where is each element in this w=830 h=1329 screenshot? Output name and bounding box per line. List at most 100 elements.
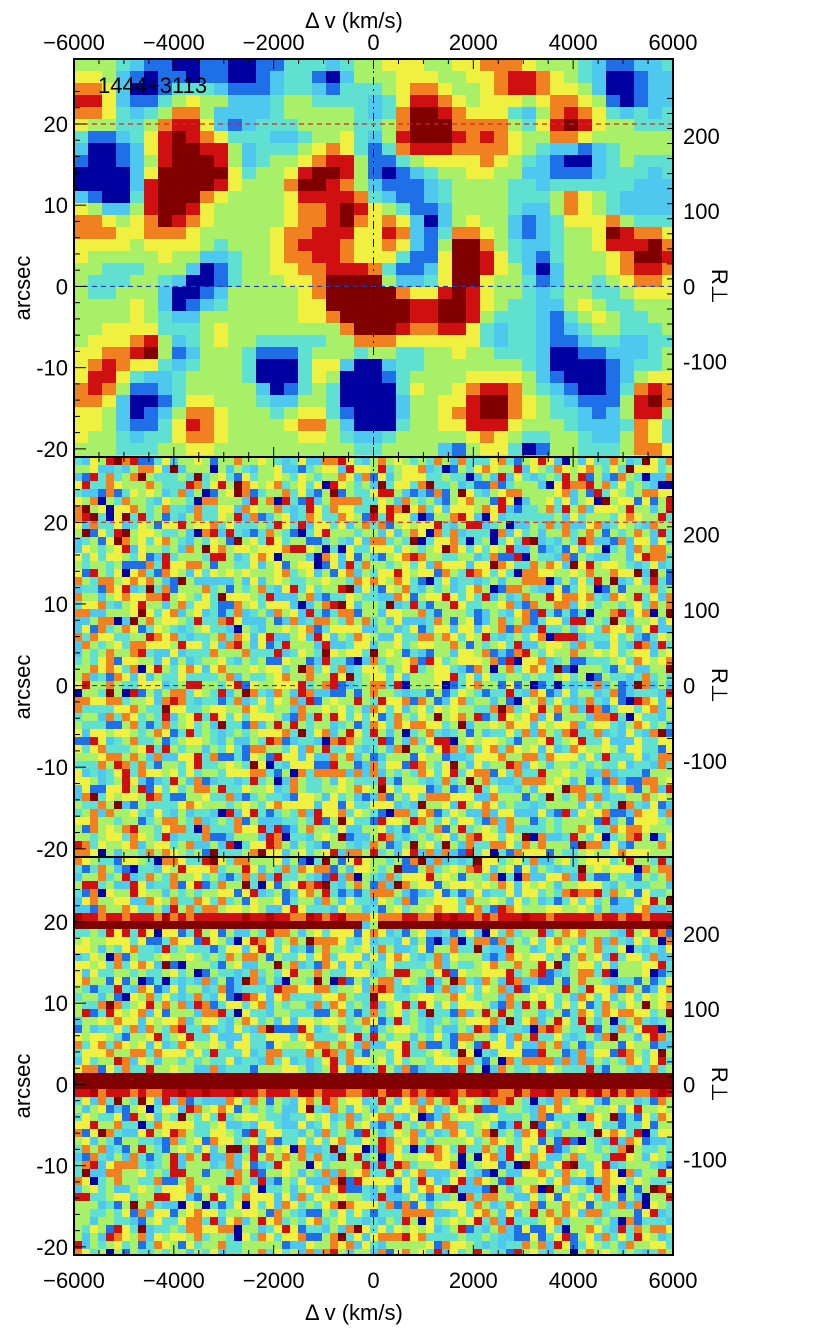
heatmap-cell xyxy=(650,505,658,513)
heatmap-cell xyxy=(314,705,322,713)
heatmap-cell xyxy=(202,697,210,705)
heatmap-cell xyxy=(610,745,618,753)
heatmap-cell xyxy=(530,569,538,577)
heatmap-cell xyxy=(242,745,250,753)
heatmap-cell xyxy=(362,673,370,681)
heatmap-cell xyxy=(642,705,650,713)
heatmap-cell xyxy=(340,431,354,443)
heatmap-cell xyxy=(578,143,592,155)
heatmap-cell xyxy=(506,713,514,721)
heatmap-cell xyxy=(122,593,130,601)
heatmap-cell xyxy=(418,489,426,497)
heatmap-cell xyxy=(508,311,522,323)
heatmap-cell xyxy=(242,95,256,107)
heatmap-cell xyxy=(536,251,550,263)
heatmap-cell xyxy=(98,737,106,745)
heatmap-cell xyxy=(578,761,586,769)
heatmap-cell xyxy=(538,609,546,617)
heatmap-cell xyxy=(114,689,122,697)
heatmap-cell xyxy=(226,529,234,537)
heatmap-cell xyxy=(434,657,442,665)
heatmap-cell xyxy=(130,311,144,323)
heatmap-cell xyxy=(298,95,312,107)
heatmap-cell xyxy=(522,641,530,649)
heatmap-cell xyxy=(106,737,114,745)
heatmap-cell xyxy=(218,481,226,489)
heatmap-cell xyxy=(378,745,386,753)
heatmap-cell xyxy=(284,371,298,383)
heatmap-cell xyxy=(130,443,144,455)
heatmap-cell xyxy=(396,263,410,275)
heatmap-cell xyxy=(346,761,354,769)
heatmap-cell xyxy=(338,817,346,825)
heatmap-cell xyxy=(234,473,242,481)
heatmap-cell xyxy=(658,529,666,537)
heatmap-cell xyxy=(186,705,194,713)
heatmap-cell xyxy=(194,729,202,737)
heatmap-cell xyxy=(474,457,482,465)
heatmap-cell xyxy=(642,545,650,553)
heatmap-cell xyxy=(106,513,114,521)
heatmap-cell xyxy=(186,443,200,455)
heatmap-cell xyxy=(266,457,274,465)
heatmap-cell xyxy=(396,155,410,167)
heatmap-cell xyxy=(658,745,666,753)
heatmap-cell xyxy=(228,335,242,347)
heatmap-cell xyxy=(242,497,250,505)
heatmap-cell xyxy=(466,793,474,801)
heatmap-cell xyxy=(386,697,394,705)
heatmap-cell xyxy=(402,513,410,521)
heatmap-cell xyxy=(434,649,442,657)
heatmap-cell xyxy=(498,473,506,481)
heatmap-cell xyxy=(578,299,592,311)
heatmap-cell xyxy=(386,625,394,633)
heatmap-cell xyxy=(258,593,266,601)
heatmap-cell xyxy=(234,649,242,657)
heatmap-cell xyxy=(562,673,570,681)
heatmap-cell xyxy=(442,585,450,593)
heatmap-cell xyxy=(312,191,326,203)
heatmap-cell xyxy=(506,481,514,489)
heatmap-cell xyxy=(202,649,210,657)
heatmap-cell xyxy=(424,359,438,371)
heatmap-cell xyxy=(338,705,346,713)
heatmap-cell xyxy=(550,395,564,407)
heatmap-cell xyxy=(410,769,418,777)
heatmap-cell xyxy=(122,569,130,577)
heatmap-cell xyxy=(480,143,494,155)
heatmap-cell xyxy=(210,561,218,569)
heatmap-cell xyxy=(394,785,402,793)
heatmap-cell xyxy=(82,633,90,641)
heatmap-cell xyxy=(228,71,242,83)
heatmap-cell xyxy=(490,801,498,809)
heatmap-cell xyxy=(218,545,226,553)
heatmap-cell xyxy=(274,537,282,545)
heatmap-cell xyxy=(602,561,610,569)
heatmap-cell xyxy=(562,713,570,721)
heatmap-cell xyxy=(458,601,466,609)
heatmap-cell xyxy=(74,609,82,617)
heatmap-cell xyxy=(424,215,438,227)
heatmap-cell xyxy=(154,473,162,481)
heatmap-cell xyxy=(200,419,214,431)
heatmap-cell xyxy=(642,769,650,777)
heatmap-cell xyxy=(90,561,98,569)
heatmap-cell xyxy=(354,107,368,119)
heatmap-cell xyxy=(508,59,522,71)
heatmap-cell xyxy=(562,721,570,729)
heatmap-cell xyxy=(482,593,490,601)
heatmap-cell xyxy=(270,287,284,299)
heatmap-cell xyxy=(634,649,642,657)
heatmap-cell xyxy=(592,59,606,71)
heatmap-cell xyxy=(578,419,592,431)
heatmap-cell xyxy=(522,311,536,323)
heatmap-cell xyxy=(562,697,570,705)
heatmap-cell xyxy=(396,383,410,395)
heatmap-cell xyxy=(162,513,170,521)
heatmap-cell xyxy=(410,585,418,593)
heatmap-cell xyxy=(314,497,322,505)
heatmap-cell xyxy=(410,155,424,167)
heatmap-cell xyxy=(514,577,522,585)
heatmap-cell xyxy=(570,761,578,769)
heatmap-cell xyxy=(626,553,634,561)
